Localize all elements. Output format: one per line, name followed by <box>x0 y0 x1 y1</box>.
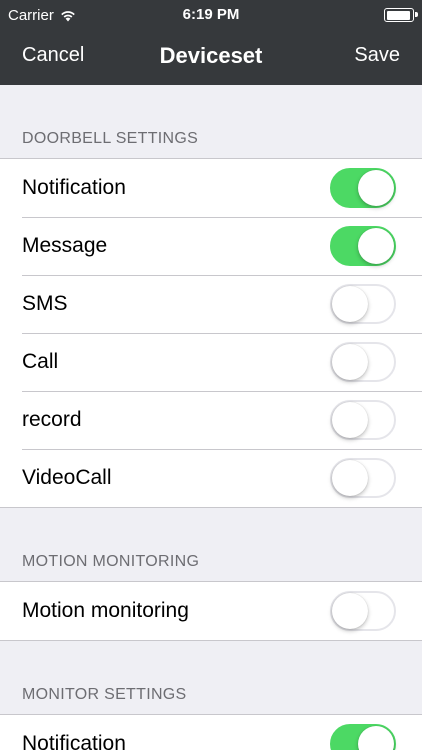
save-button[interactable]: Save <box>354 44 400 67</box>
setting-label: SMS <box>22 292 68 315</box>
setting-row-call: Call <box>0 333 422 391</box>
notification-toggle[interactable] <box>330 168 396 208</box>
motion-monitoring-toggle[interactable] <box>330 591 396 631</box>
message-toggle[interactable] <box>330 226 396 266</box>
status-bar: Carrier 6:19 PM <box>0 0 422 30</box>
setting-row-record: record <box>0 391 422 449</box>
monitor-notification-toggle[interactable] <box>330 724 396 750</box>
section-title: MOTION MONITORING <box>22 553 200 570</box>
setting-label: Notification <box>22 732 126 750</box>
setting-label: Message <box>22 234 108 257</box>
section-header-motion: MOTION MONITORING <box>0 508 422 581</box>
section-header-doorbell: DOORBELL SETTINGS <box>0 85 422 158</box>
battery-icon <box>384 8 418 22</box>
setting-label: Notification <box>22 176 126 199</box>
setting-label: Call <box>22 350 59 373</box>
section-title: MONITOR SETTINGS <box>22 686 187 703</box>
setting-row-monitor-notification: Notification <box>0 715 422 750</box>
setting-row-message: Message <box>0 217 422 275</box>
setting-label: record <box>22 408 82 431</box>
call-toggle[interactable] <box>330 342 396 382</box>
setting-row-videocall: VideoCall <box>0 449 422 507</box>
record-toggle[interactable] <box>330 400 396 440</box>
navigation-bar: Cancel Deviceset Save <box>0 30 422 85</box>
doorbell-settings-group: Notification Message SMS Call record Vid… <box>0 158 422 508</box>
section-title: DOORBELL SETTINGS <box>22 130 199 147</box>
setting-label: VideoCall <box>22 466 112 489</box>
videocall-toggle[interactable] <box>330 458 396 498</box>
status-time: 6:19 PM <box>182 6 240 23</box>
setting-row-notification: Notification <box>0 159 422 217</box>
top-bar: Carrier 6:19 PM Cancel Deviceset Save <box>0 0 422 85</box>
setting-row-motion-monitoring: Motion monitoring <box>0 582 422 640</box>
monitor-settings-group: Notification <box>0 714 422 750</box>
sms-toggle[interactable] <box>330 284 396 324</box>
setting-label: Motion monitoring <box>22 599 189 622</box>
section-header-monitor: MONITOR SETTINGS <box>0 641 422 714</box>
motion-monitoring-group: Motion monitoring <box>0 581 422 641</box>
settings-list: DOORBELL SETTINGS Notification Message S… <box>0 85 422 750</box>
setting-row-sms: SMS <box>0 275 422 333</box>
